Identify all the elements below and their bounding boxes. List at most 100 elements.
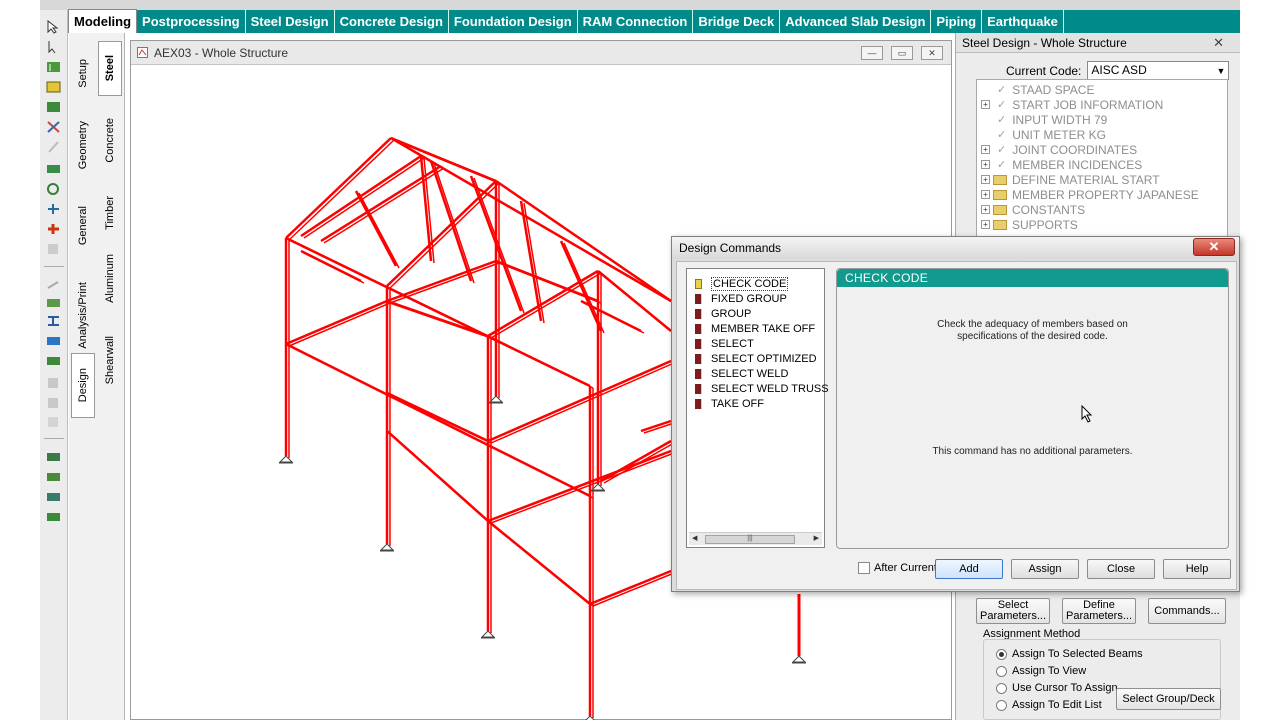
command-item-select-optimized[interactable]: SELECT OPTIMIZED [695, 351, 817, 366]
page-design[interactable]: Design [71, 353, 95, 418]
dialog-close-button[interactable]: ✕ [1193, 238, 1235, 256]
solids-cursor-icon[interactable] [46, 120, 61, 134]
tree-item[interactable]: ✓ UNIT METER KG [981, 127, 1106, 142]
page-analysis-print[interactable]: Analysis/Print [71, 268, 95, 363]
tree-item[interactable]: + ✓ MEMBER INCIDENCES [981, 157, 1142, 172]
expand-icon[interactable]: + [981, 100, 990, 109]
radio-use-cursor[interactable]: Use Cursor To Assign [996, 682, 1118, 694]
page-general[interactable]: General [71, 188, 95, 263]
tab-ram-connection[interactable]: RAM Connection [578, 10, 694, 33]
expand-icon[interactable]: + [981, 160, 990, 169]
after-current-checkbox[interactable]: After Current [858, 562, 937, 574]
command-list[interactable]: CHECK CODE FIXED GROUP GROUP MEMBER TAKE… [686, 268, 829, 548]
select-cursor-icon[interactable] [46, 40, 61, 54]
structure-member[interactable] [600, 439, 672, 483]
scroll-left-icon[interactable]: ◀ [692, 534, 697, 542]
radio-button[interactable] [996, 648, 1007, 660]
scroll-thumb[interactable]: ||| [705, 535, 795, 544]
tab-foundation-design[interactable]: Foundation Design [449, 10, 578, 33]
radio-button[interactable] [996, 699, 1007, 711]
subpage-shearwall[interactable]: Shearwall [98, 323, 122, 398]
command-icon [695, 278, 702, 289]
subpage-timber[interactable]: Timber [98, 183, 122, 243]
tab-bridge-deck[interactable]: Bridge Deck [693, 10, 781, 33]
tab-modeling[interactable]: Modeling [68, 9, 138, 33]
command-item-group[interactable]: GROUP [695, 306, 751, 321]
beam-section-icon[interactable] [46, 314, 61, 328]
radio-assign-edit-list[interactable]: Assign To Edit List [996, 699, 1102, 711]
subpage-aluminum[interactable]: Aluminum [98, 248, 122, 308]
subpage-concrete[interactable]: Concrete [98, 103, 122, 178]
command-item-fixed-group[interactable]: FIXED GROUP [695, 291, 787, 306]
label-tool-icon[interactable] [46, 450, 61, 464]
tab-concrete-design[interactable]: Concrete Design [335, 10, 449, 33]
expand-icon[interactable]: + [981, 205, 990, 214]
structure-member[interactable] [285, 299, 388, 346]
tree-item[interactable]: ✓ INPUT WIDTH 79 [981, 112, 1107, 127]
command-tree[interactable]: ✓ STAAD SPACE + ✓ START JOB INFORMATION ✓ IN… [976, 79, 1228, 237]
radio-button[interactable] [996, 682, 1007, 694]
tree-item[interactable]: + MEMBER PROPERTY JAPANESE [981, 187, 1199, 202]
expand-icon[interactable]: + [981, 220, 990, 229]
result-tool-icon[interactable] [46, 510, 61, 524]
pan-tool-icon[interactable] [46, 296, 61, 310]
beams-cursor-icon[interactable] [46, 80, 61, 94]
add-button[interactable]: Add [935, 559, 1003, 579]
command-item-select-weld-truss[interactable]: SELECT WELD TRUSS [695, 381, 829, 396]
plate-tool-icon[interactable] [46, 354, 61, 368]
structure-member[interactable] [487, 449, 672, 523]
tab-postprocessing[interactable]: Postprocessing [137, 10, 246, 33]
expand-icon[interactable]: + [981, 175, 990, 184]
tree-item[interactable]: + DEFINE MATERIAL START [981, 172, 1160, 187]
command-item-member-take-off[interactable]: MEMBER TAKE OFF [695, 321, 815, 336]
expand-icon[interactable]: + [981, 145, 990, 154]
structure-member[interactable] [559, 240, 603, 332]
horizontal-scrollbar[interactable]: ◀ ||| ▶ [689, 532, 822, 545]
structure-member[interactable] [429, 160, 473, 282]
tab-earthquake[interactable]: Earthquake [982, 10, 1064, 33]
commands-button[interactable]: Commands... [1148, 598, 1226, 624]
radio-assign-selected-beams[interactable]: Assign To Selected Beams [996, 648, 1143, 660]
geometry-tool-icon[interactable] [46, 162, 61, 176]
member-tool-icon[interactable] [46, 334, 61, 348]
tree-item[interactable]: + CONSTANTS [981, 202, 1085, 217]
help-button[interactable]: Help [1163, 559, 1231, 579]
radio-button[interactable] [996, 665, 1007, 677]
subpage-steel[interactable]: Steel [98, 41, 122, 96]
tree-item[interactable]: ✓ STAAD SPACE [981, 82, 1094, 97]
select-parameters-button[interactable]: Select Parameters... [976, 598, 1050, 624]
panel-close-icon[interactable]: ✕ [1213, 35, 1224, 51]
pointer-cursor-icon[interactable] [46, 19, 61, 34]
tree-item[interactable]: + SUPPORTS [981, 217, 1078, 232]
define-parameters-button[interactable]: Define Parameters... [1062, 598, 1136, 624]
add-tool-icon[interactable] [46, 222, 61, 236]
page-geometry[interactable]: Geometry [71, 108, 95, 183]
nodes-cursor-icon[interactable] [46, 60, 61, 74]
command-item-check-code[interactable]: CHECK CODE [695, 276, 789, 291]
annotation-tool-icon[interactable] [46, 490, 61, 504]
checkbox[interactable] [858, 562, 870, 574]
command-item-select-weld[interactable]: SELECT WELD [695, 366, 788, 381]
dimension-tool-icon[interactable] [46, 470, 61, 484]
current-code-select[interactable]: AISC ASD ▼ [1087, 61, 1230, 80]
command-item-select[interactable]: SELECT [695, 336, 754, 351]
expand-icon[interactable]: + [981, 190, 990, 199]
structure-member[interactable] [589, 569, 672, 606]
tab-piping[interactable]: Piping [931, 10, 983, 33]
tree-item[interactable]: + ✓ JOINT COORDINATES [981, 142, 1137, 157]
select-group-deck-button[interactable]: Select Group/Deck [1116, 688, 1221, 710]
command-item-take-off[interactable]: TAKE OFF [695, 396, 764, 411]
structure-member[interactable] [386, 299, 489, 338]
plates-cursor-icon[interactable] [46, 100, 61, 114]
assign-button[interactable]: Assign [1011, 559, 1079, 579]
page-setup[interactable]: Setup [71, 43, 95, 103]
move-tool-icon[interactable] [46, 202, 61, 216]
structure-member[interactable] [386, 259, 497, 303]
rotate-tool-icon[interactable] [46, 182, 61, 196]
radio-assign-to-view[interactable]: Assign To View [996, 665, 1086, 677]
close-button[interactable]: Close [1087, 559, 1155, 579]
tree-item[interactable]: + ✓ START JOB INFORMATION [981, 97, 1163, 112]
tab-steel-design[interactable]: Steel Design [246, 10, 335, 33]
scroll-right-icon[interactable]: ▶ [814, 534, 819, 542]
tab-advanced-slab-design[interactable]: Advanced Slab Design [780, 10, 932, 33]
